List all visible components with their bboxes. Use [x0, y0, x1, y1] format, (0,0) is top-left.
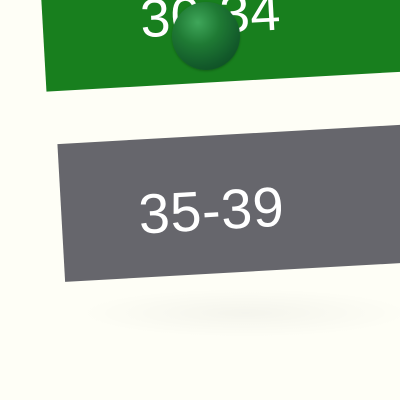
age-option-label: 35-39 — [136, 174, 286, 246]
floor-shadow — [75, 288, 400, 338]
sphere-pointer-icon — [172, 2, 240, 70]
vr-scene: 30-34 35-39 — [0, 0, 400, 400]
age-option-35-39[interactable]: 35-39 — [57, 122, 400, 282]
